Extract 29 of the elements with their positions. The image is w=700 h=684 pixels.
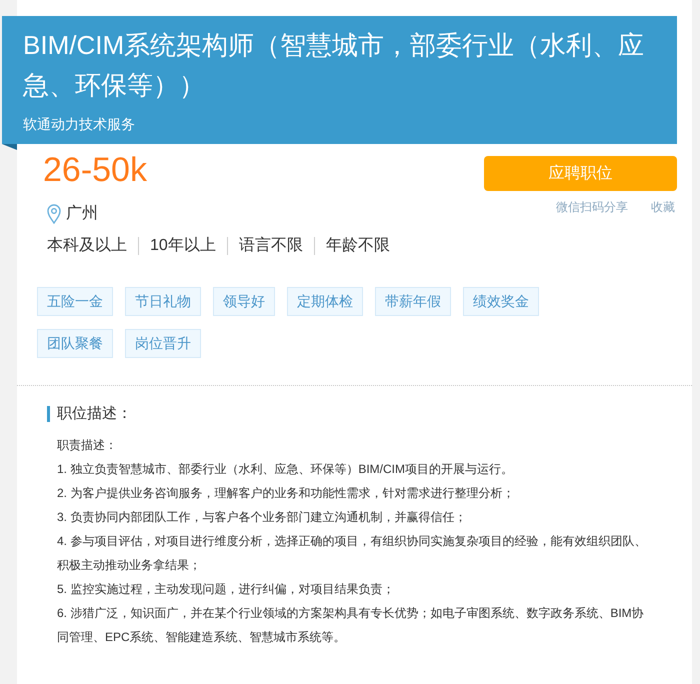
requirement-text: 语言不限	[238, 236, 303, 256]
description-paragraph: 2. 为客户提供业务咨询服务，理解客户的业务和功能性需求，针对需求进行整理分析；	[57, 485, 516, 502]
ribbon-fold	[2, 144, 17, 150]
benefit-tag: 岗位晋升	[125, 329, 201, 358]
benefit-tag: 节日礼物	[125, 287, 201, 316]
favorite-link[interactable]: 收藏	[651, 200, 675, 214]
job-title: BIM/CIM系统架构师（智慧城市，部委行业（水利、应急、环保等））	[23, 29, 646, 102]
benefit-tag: 团队聚餐	[37, 329, 113, 358]
requirement-text: 年龄不限	[326, 236, 390, 256]
share-link[interactable]: 微信扫码分享	[556, 200, 628, 214]
apply-button[interactable]: 应聘职位	[484, 156, 677, 191]
company-name: 软通动力技术服务	[23, 115, 136, 134]
requirement-text: 本科及以上	[47, 236, 127, 256]
salary-text: 26-50k	[43, 150, 148, 190]
benefit-tag: 绩效奖金	[463, 287, 539, 316]
requirement-text: 10年以上	[150, 236, 216, 256]
benefit-tag: 带薪年假	[375, 287, 451, 316]
benefit-tag: 领导好	[213, 287, 275, 316]
description-paragraph: 3. 负责协同内部团队工作，与客户各个业务部门建立沟通机制，并赢得信任；	[57, 509, 468, 526]
benefit-tag: 定期体检	[287, 287, 363, 316]
description-paragraph: 5. 监控实施过程，主动发现问题，进行纠偏，对项目结果负责；	[57, 581, 396, 598]
location-text: 广州	[66, 204, 98, 224]
description-paragraph: 职责描述：	[57, 437, 118, 454]
benefit-tag: 五险一金	[37, 287, 113, 316]
section-heading: 职位描述：	[47, 406, 692, 422]
description-paragraph: 1. 独立负责智慧城市、部委行业（水利、应急、环保等）BIM/CIM项目的开展与运行。	[57, 461, 514, 478]
location-pin-icon	[47, 204, 61, 224]
description-paragraph: 4. 参与项目评估，对项目进行维度分析，选择正确的项目，有组织协同实施复杂项目的经验，能有效组织团队、积极主动推动业务拿结果；	[57, 533, 648, 574]
description-paragraph: 6. 涉猎广泛，知识面广，并在某个行业领域的方案架构具有专长优势；如电子审图系统、数字政务系统、BIM协同管理、EPC系统、智能建造系统、智慧城市系统等。	[57, 605, 645, 646]
